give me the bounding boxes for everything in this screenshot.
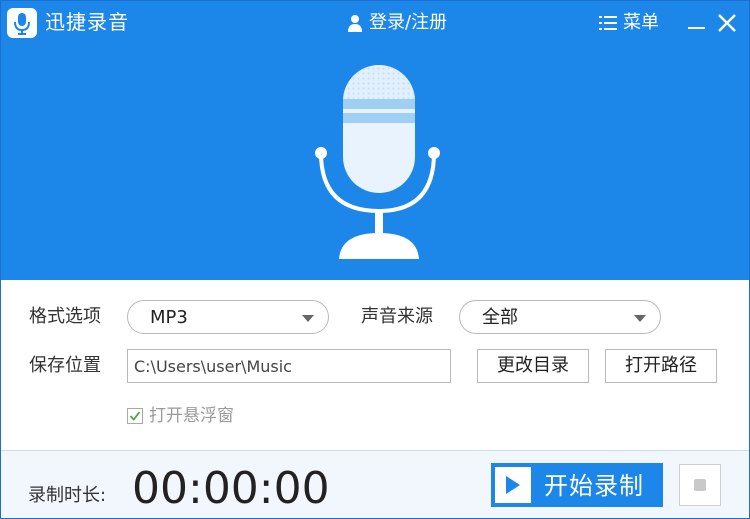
microphone-logo-icon (7, 8, 37, 38)
floating-window-checkbox[interactable] (127, 408, 143, 424)
stop-icon (694, 479, 706, 491)
source-label: 声音来源 (361, 306, 433, 327)
play-icon (495, 467, 531, 503)
source-value: 全部 (482, 307, 518, 328)
recording-timer: 00:00:00 (132, 463, 330, 514)
change-directory-button[interactable]: 更改目录 (477, 349, 589, 383)
open-path-button[interactable]: 打开路径 (605, 349, 717, 383)
settings-panel: 格式选项 MP3 声音来源 全部 保存位置 更改目录 打开路径 打开悬浮窗 (1, 280, 749, 450)
chevron-down-icon (302, 315, 314, 322)
start-recording-label: 开始录制 (544, 472, 644, 500)
user-icon (348, 15, 362, 32)
close-icon[interactable] (715, 11, 739, 35)
menu-button[interactable]: 菜单 (599, 10, 659, 36)
chevron-down-icon (634, 315, 646, 322)
menu-label: 菜单 (623, 12, 659, 33)
start-recording-button[interactable]: 开始录制 (491, 463, 663, 507)
checkmark-icon (129, 411, 141, 421)
title-bar: 迅捷录音 登录/注册 菜单 (1, 1, 749, 45)
app-window: 迅捷录音 登录/注册 菜单 格式选项 MP3 声音来源 全部 保存位置 C:\U… (0, 0, 750, 519)
minimize-icon[interactable] (685, 11, 709, 35)
recording-bar: 录制时长: 00:00:00 开始录制 (1, 450, 749, 518)
save-location-label: 保存位置 (29, 355, 101, 376)
format-select[interactable]: MP3 (127, 300, 329, 334)
format-label: 格式选项 (29, 306, 101, 327)
duration-label: 录制时长: (28, 485, 107, 506)
floating-window-label: 打开悬浮窗 (149, 406, 234, 426)
microphone-illustration-icon (315, 65, 440, 259)
header: 迅捷录音 登录/注册 菜单 (1, 1, 749, 280)
login-register-label: 登录/注册 (369, 12, 448, 33)
source-select[interactable]: 全部 (459, 300, 661, 334)
format-value: MP3 (150, 307, 188, 328)
floating-window-option[interactable]: 打开悬浮窗 (127, 405, 234, 427)
menu-list-icon (599, 16, 617, 30)
app-title: 迅捷录音 (45, 10, 129, 34)
stop-button[interactable] (679, 464, 721, 506)
login-register-link[interactable]: 登录/注册 (347, 10, 447, 36)
save-path-input[interactable] (127, 349, 451, 383)
